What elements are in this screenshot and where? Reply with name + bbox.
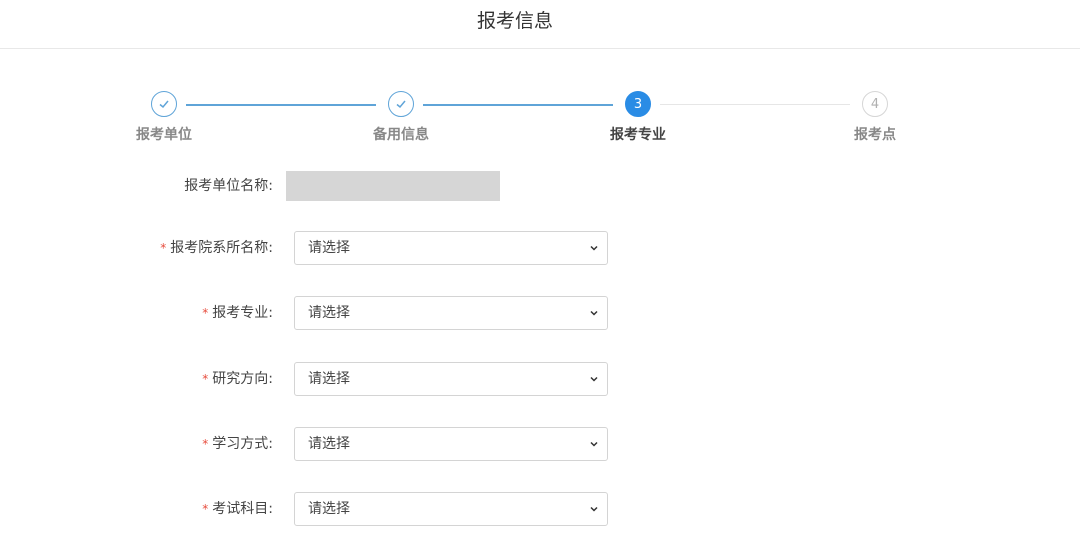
major-select-value: 请选择 (308, 305, 350, 321)
study-mode-select-value: 请选择 (308, 436, 350, 452)
exam-subjects-label: * 考试科目: (202, 501, 273, 517)
step-2-circle (388, 91, 414, 117)
chevron-down-icon (590, 376, 598, 382)
department-select-value: 请选择 (308, 240, 350, 256)
step-1-circle (151, 91, 177, 117)
step-4-label: 报考点 (854, 127, 896, 143)
study-mode-row: * 学习方式: 请选择 (0, 427, 1080, 461)
required-marker: * (160, 241, 167, 255)
study-mode-label: * 学习方式: (202, 436, 273, 452)
direction-row: * 研究方向: 请选择 (0, 362, 1080, 396)
step-4-number: 4 (870, 96, 880, 112)
step-3-label: 报考专业 (610, 127, 666, 143)
step-3-circle: 3 (625, 91, 651, 117)
step-connector-2 (423, 104, 613, 106)
exam-subjects-select[interactable]: 请选择 (294, 492, 608, 526)
step-3-number: 3 (633, 96, 643, 112)
chevron-down-icon (590, 310, 598, 316)
direction-select[interactable]: 请选择 (294, 362, 608, 396)
chevron-down-icon (590, 441, 598, 447)
unit-name-label: 报考单位名称: (184, 178, 273, 194)
exam-subjects-select-value: 请选择 (308, 501, 350, 517)
step-4-circle: 4 (862, 91, 888, 117)
step-2-label: 备用信息 (373, 127, 429, 143)
department-select[interactable]: 请选择 (294, 231, 608, 265)
department-label: * 报考院系所名称: (160, 240, 273, 256)
unit-name-row: 报考单位名称: (0, 171, 1080, 205)
major-row: * 报考专业: 请选择 (0, 296, 1080, 330)
chevron-down-icon (590, 245, 598, 251)
major-select[interactable]: 请选择 (294, 296, 608, 330)
department-row: * 报考院系所名称: 请选择 (0, 231, 1080, 265)
chevron-down-icon (590, 506, 598, 512)
step-1-label: 报考单位 (136, 127, 192, 143)
exam-subjects-row: * 考试科目: 请选择 (0, 492, 1080, 526)
direction-label: * 研究方向: (202, 371, 273, 387)
study-mode-select[interactable]: 请选择 (294, 427, 608, 461)
check-icon (396, 100, 406, 109)
check-icon (159, 100, 169, 109)
required-marker: * (202, 437, 209, 451)
direction-select-value: 请选择 (308, 371, 350, 387)
required-marker: * (202, 372, 209, 386)
step-connector-1 (186, 104, 376, 106)
required-marker: * (202, 306, 209, 320)
step-connector-3 (660, 104, 850, 105)
progress-steps: 3 4 报考单位 备用信息 报考专业 报考点 (0, 0, 1080, 150)
major-label: * 报考专业: (202, 305, 273, 321)
unit-name-value (286, 171, 500, 201)
required-marker: * (202, 502, 209, 516)
